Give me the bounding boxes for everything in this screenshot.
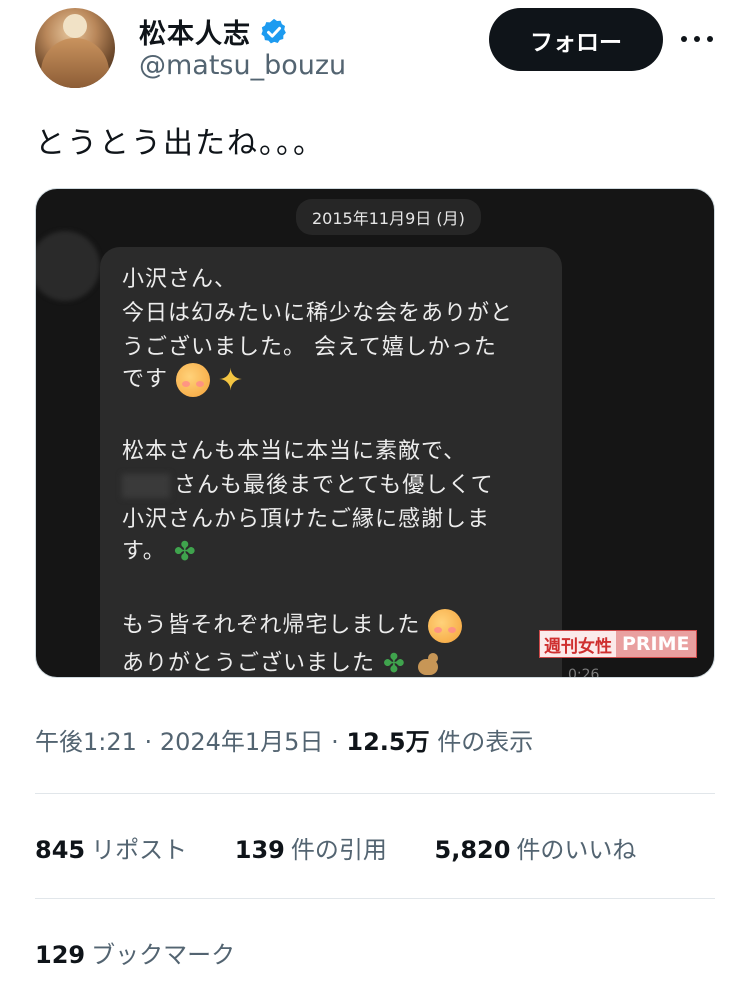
- likes-count: 5,820: [434, 836, 511, 864]
- reposts-count: 845: [35, 836, 86, 864]
- tweet-meta: 午後1:21 · 2024年1月5日 · 12.5万 件の表示: [35, 722, 533, 757]
- chat-line: 今日は幻みたいに稀少な会をありがと: [122, 301, 514, 326]
- reposts-stat[interactable]: 845 リポスト: [35, 830, 187, 865]
- chat-sender-avatar: [36, 231, 100, 301]
- verified-badge-icon: [261, 18, 286, 43]
- chat-line-text: さんも最後までとても優しくて: [174, 473, 494, 498]
- publisher-watermark: 週刊女性 PRIME: [539, 630, 697, 658]
- chat-line-text: ありがとうございました: [122, 651, 376, 676]
- chat-line-with-emoji: もう皆それぞれ帰宅しました: [122, 607, 463, 643]
- watermark-left: 週刊女性: [540, 631, 616, 657]
- meta-separator: ·: [144, 728, 153, 756]
- chat-line-with-emoji: です ✦: [122, 361, 244, 398]
- four-leaf-clover-emoji-icon: ✤: [383, 649, 406, 678]
- chat-line-text: す。: [122, 539, 166, 564]
- more-dot: [681, 36, 687, 42]
- avatar-head: [63, 14, 87, 38]
- author-display-name[interactable]: 松本人志: [139, 12, 251, 51]
- tweet-date[interactable]: 2024年1月5日: [160, 728, 324, 756]
- chat-line-with-blur: さんも最後までとても優しくて: [122, 467, 494, 499]
- follow-button[interactable]: フォロー: [489, 8, 663, 71]
- tweet-text: とうとう出たね。。。: [35, 126, 325, 161]
- likes-stat[interactable]: 5,820 件のいいね: [435, 830, 637, 865]
- author-avatar[interactable]: [35, 8, 115, 88]
- cat-emoji-icon: [414, 651, 442, 677]
- quotes-count: 139: [234, 836, 285, 864]
- views-count: 12.5万: [346, 728, 430, 756]
- tweet-time[interactable]: 午後1:21: [35, 728, 137, 756]
- quotes-label: 件の引用: [290, 836, 387, 864]
- smiling-face-emoji-icon: [176, 363, 211, 397]
- reposts-label: リポスト: [91, 836, 188, 864]
- meta-separator: ·: [331, 728, 339, 756]
- chat-line: 小沢さん、: [122, 267, 238, 292]
- author-name-row: 松本人志: [139, 12, 289, 51]
- quotes-stat[interactable]: 139 件の引用: [235, 830, 387, 865]
- likes-label: 件のいいね: [516, 836, 637, 864]
- tweet-media-image[interactable]: 2015年11月9日 (月) 小沢さん、 今日は幻みたいに稀少な会をありがと う…: [35, 188, 715, 678]
- chat-line-with-emoji: す。 ✤: [122, 533, 197, 567]
- smiling-face-emoji-icon: [428, 609, 463, 643]
- chat-date-label: 2015年11月9日 (月): [296, 199, 481, 235]
- chat-line: 松本さんも本当に本当に素敵で、: [122, 439, 467, 464]
- more-options-icon[interactable]: [681, 24, 713, 54]
- views-label: 件の表示: [437, 728, 534, 756]
- four-leaf-clover-emoji-icon: ✤: [173, 537, 197, 567]
- chat-line-with-emoji: ありがとうございました ✤: [122, 645, 442, 678]
- divider: [35, 898, 715, 899]
- divider: [35, 793, 715, 794]
- chat-line: 小沢さんから頂けたご縁に感謝しま: [122, 507, 491, 532]
- chat-time-label: 0:26: [568, 667, 600, 678]
- more-dot: [694, 36, 700, 42]
- bookmarks-stat[interactable]: 129 ブックマーク: [35, 935, 235, 970]
- engagement-stats: 845 リポスト 139 件の引用 5,820 件のいいね: [35, 830, 676, 865]
- chat-line-text: もう皆それぞれ帰宅しました: [122, 613, 421, 638]
- bookmarks-label: ブックマーク: [91, 941, 236, 969]
- sparkles-emoji-icon: ✦: [218, 362, 245, 398]
- author-handle[interactable]: @matsu_bouzu: [139, 50, 346, 81]
- more-dot: [707, 36, 713, 42]
- blurred-name: [122, 474, 170, 498]
- watermark-right: PRIME: [616, 631, 696, 657]
- chat-line: うございました。 会えて嬉しかった: [122, 335, 497, 360]
- chat-line-text: です: [122, 367, 169, 392]
- avatar-body: [41, 38, 109, 88]
- bookmarks-count: 129: [35, 941, 86, 969]
